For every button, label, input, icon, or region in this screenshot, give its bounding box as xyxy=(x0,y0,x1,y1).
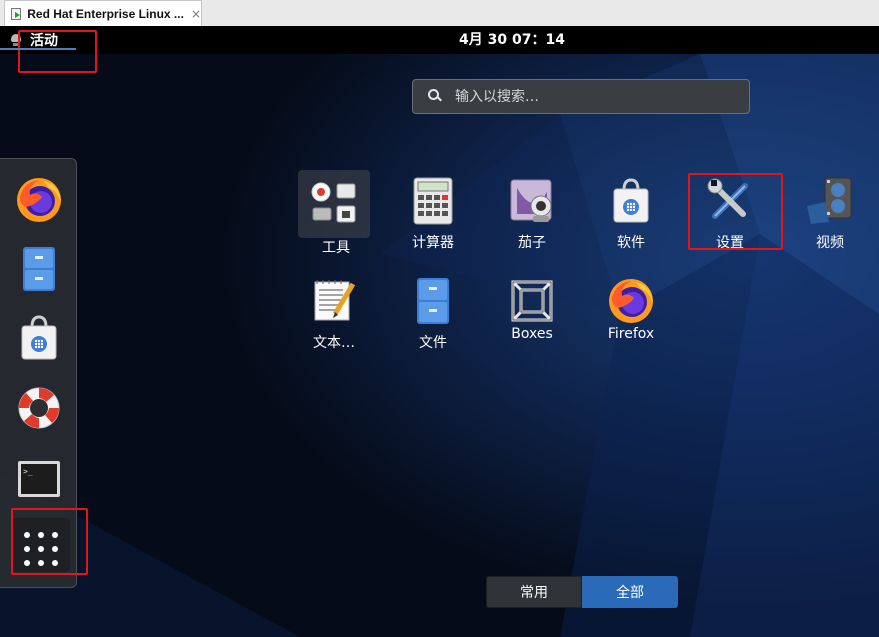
app-boxes[interactable]: Boxes xyxy=(492,276,572,358)
clock-text: 4月 30 07：14 xyxy=(459,32,565,48)
app-label-files: 文件 xyxy=(419,335,447,351)
app-label-calculator: 计算器 xyxy=(412,235,454,251)
file-cabinet-icon xyxy=(23,247,55,291)
app-videos[interactable]: 视频 xyxy=(790,176,870,258)
app-firefox[interactable]: Firefox xyxy=(591,276,671,358)
vm-tab-title: Red Hat Enterprise Linux ... xyxy=(27,6,184,21)
clock[interactable]: 4月 30 07：14 xyxy=(0,26,879,54)
software-bag-icon xyxy=(21,315,57,360)
settings-highlight xyxy=(688,173,783,250)
close-icon[interactable]: × xyxy=(191,7,201,21)
dash-item-software[interactable] xyxy=(14,313,64,363)
dash-item-files[interactable] xyxy=(14,243,64,293)
dash-item-firefox[interactable] xyxy=(14,175,64,225)
app-label-firefox: Firefox xyxy=(607,326,655,342)
app-calculator[interactable]: 计算器 xyxy=(393,176,473,258)
app-text-editor[interactable]: 文本… xyxy=(294,276,374,358)
tools-folder-icon xyxy=(311,182,356,223)
firefox-icon xyxy=(609,279,653,323)
app-software[interactable]: 软件 xyxy=(591,176,671,258)
dash-item-terminal[interactable]: >_ xyxy=(14,455,64,505)
dash-item-help[interactable] xyxy=(14,383,64,433)
search-box[interactable] xyxy=(412,79,750,114)
svg-text:>_: >_ xyxy=(23,467,33,476)
file-cabinet-icon xyxy=(417,278,449,324)
text-editor-icon xyxy=(314,280,356,321)
all-apps-tab[interactable]: 全部 xyxy=(582,576,678,608)
boxes-icon xyxy=(511,280,553,322)
frequent-apps-tab[interactable]: 常用 xyxy=(486,576,582,608)
app-label-tools: 工具 xyxy=(322,240,350,256)
film-reel-icon xyxy=(807,177,852,224)
virtual-machine-icon xyxy=(11,7,22,20)
search-icon xyxy=(427,88,445,106)
webcam-icon xyxy=(510,179,552,222)
software-bag-icon xyxy=(613,178,649,223)
app-label-boxes: Boxes xyxy=(511,326,553,342)
app-label-cheese: 茄子 xyxy=(518,235,546,251)
show-apps-highlight xyxy=(11,508,88,575)
terminal-icon: >_ xyxy=(18,461,60,497)
firefox-icon xyxy=(17,178,61,222)
app-view-toggle: 常用 全部 xyxy=(486,576,678,608)
app-files[interactable]: 文件 xyxy=(393,276,473,358)
app-cheese[interactable]: 茄子 xyxy=(492,176,572,258)
lifebuoy-icon xyxy=(18,387,60,429)
vm-tab-strip: Red Hat Enterprise Linux ... × xyxy=(0,0,879,27)
app-tools-folder[interactable] xyxy=(298,170,370,238)
activities-highlight xyxy=(18,30,97,73)
activities-underline xyxy=(0,48,76,50)
gnome-top-bar: 4月 30 07：14 活动 xyxy=(0,26,879,54)
search-input[interactable] xyxy=(453,87,727,106)
app-label-software: 软件 xyxy=(617,235,645,251)
vm-tab[interactable]: Red Hat Enterprise Linux ... × xyxy=(4,0,202,26)
calculator-icon xyxy=(413,177,453,225)
app-label-text-editor: 文本… xyxy=(313,335,355,351)
app-label-videos: 视频 xyxy=(816,235,844,251)
